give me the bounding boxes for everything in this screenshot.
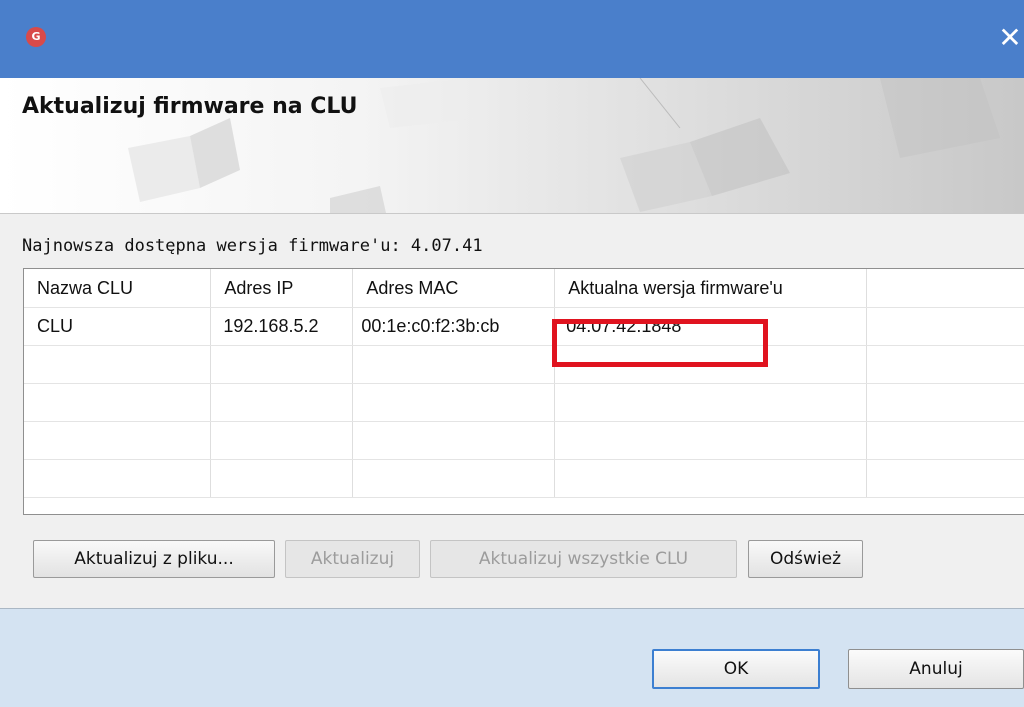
cell-clu-name: CLU xyxy=(24,307,212,346)
empty-table-row xyxy=(24,421,1024,460)
cancel-button[interactable]: Anuluj xyxy=(848,649,1024,689)
column-header-mac[interactable]: Adres MAC xyxy=(352,269,556,308)
cell-firmware-version: 04.07.42.1848 xyxy=(554,307,868,346)
empty-table-row xyxy=(24,383,1024,422)
cell-ip-address: 192.168.5.2 xyxy=(210,307,354,346)
close-button[interactable]: ✕ xyxy=(996,20,1024,56)
clu-table-container: Nazwa CLU Adres IP Adres MAC Aktualna we… xyxy=(23,268,1024,515)
dialog-footer: OK Anuluj xyxy=(0,608,1024,707)
dialog-title: Aktualizuj firmware na CLU xyxy=(22,94,358,119)
ok-button[interactable]: OK xyxy=(652,649,820,689)
table-row[interactable]: CLU 192.168.5.2 00:1e:c0:f2:3b:cb 04.07.… xyxy=(24,307,1024,346)
title-bar: G ✕ xyxy=(0,0,1024,78)
cell-mac-address: 00:1e:c0:f2:3b:cb xyxy=(352,307,556,346)
column-header-filler xyxy=(866,269,1024,308)
column-header-ip[interactable]: Adres IP xyxy=(210,269,354,308)
refresh-button[interactable]: Odśwież xyxy=(748,540,863,578)
clu-table: Nazwa CLU Adres IP Adres MAC Aktualna we… xyxy=(24,269,1024,498)
dialog-content: Najnowsza dostępna wersja firmware'u: 4.… xyxy=(0,213,1024,609)
update-all-button[interactable]: Aktualizuj wszystkie CLU xyxy=(430,540,737,578)
column-header-firmware[interactable]: Aktualna wersja firmware'u xyxy=(554,269,868,308)
empty-table-row xyxy=(24,345,1024,384)
table-header-row: Nazwa CLU Adres IP Adres MAC Aktualna we… xyxy=(24,269,1024,308)
empty-table-row xyxy=(24,459,1024,498)
app-icon: G xyxy=(26,27,46,47)
update-from-file-button[interactable]: Aktualizuj z pliku... xyxy=(33,540,275,578)
latest-version-label: Najnowsza dostępna wersja firmware'u: 4.… xyxy=(22,236,483,256)
cell-filler xyxy=(866,307,1024,346)
header-banner: Aktualizuj firmware na CLU xyxy=(0,78,1024,213)
update-button[interactable]: Aktualizuj xyxy=(285,540,420,578)
column-header-name[interactable]: Nazwa CLU xyxy=(24,269,212,308)
